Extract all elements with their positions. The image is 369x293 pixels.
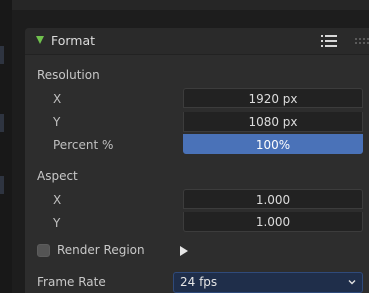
list-icon[interactable]	[321, 34, 337, 48]
render-region-checkbox[interactable]	[37, 244, 50, 257]
play-icon[interactable]	[180, 246, 188, 256]
left-edge-mark	[0, 114, 4, 132]
resolution-x-field[interactable]: 1920 px	[183, 88, 363, 108]
left-edge	[0, 0, 12, 293]
left-edge-mark	[0, 46, 4, 64]
drag-handle-icon[interactable]	[355, 38, 369, 46]
frame-rate-value: 24 fps	[180, 275, 218, 289]
resolution-y-label: Y	[53, 115, 61, 129]
aspect-label: Aspect	[37, 169, 78, 183]
top-strip	[0, 0, 369, 10]
aspect-x-field[interactable]: 1.000	[183, 189, 363, 209]
frame-rate-label: Frame Rate	[37, 275, 106, 289]
resolution-percent-field[interactable]: 100%	[183, 134, 363, 154]
resolution-label: Resolution	[37, 68, 100, 82]
left-edge-mark	[0, 176, 4, 194]
triangle-down-icon[interactable]	[36, 36, 44, 44]
panel-title: Format	[51, 33, 96, 48]
resolution-x-label: X	[53, 92, 62, 106]
chevron-down-icon	[348, 280, 356, 285]
frame-rate-dropdown[interactable]: 24 fps	[173, 272, 363, 293]
render-region-label[interactable]: Render Region	[57, 243, 145, 257]
properties-editor: Format Resolution X 1920 px Y 1080 px Pe…	[0, 0, 369, 293]
aspect-x-label: X	[53, 193, 62, 207]
resolution-y-field[interactable]: 1080 px	[183, 112, 363, 132]
aspect-y-field[interactable]: 1.000	[183, 212, 363, 232]
format-panel: Format Resolution X 1920 px Y 1080 px Pe…	[25, 28, 369, 293]
aspect-y-label: Y	[53, 216, 61, 230]
resolution-percent-label: Percent %	[53, 138, 114, 152]
format-panel-header[interactable]: Format	[25, 28, 369, 55]
